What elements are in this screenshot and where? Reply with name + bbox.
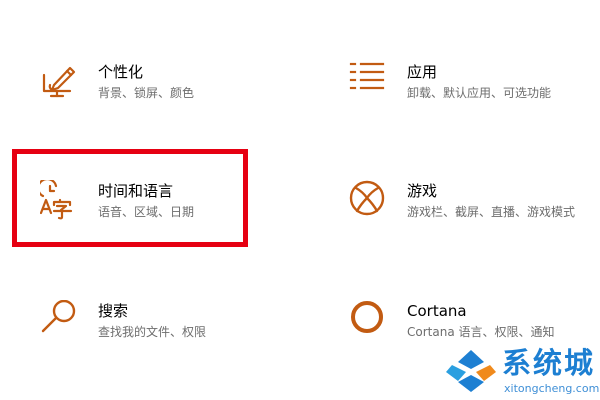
tile-description: 查找我的文件、权限 [98, 325, 207, 339]
cortana-icon [349, 300, 393, 344]
tile-title: 搜索 [98, 302, 129, 320]
tile-title: Cortana [407, 302, 467, 320]
watermark: 系统城 xitongcheng.com [444, 344, 600, 400]
apps-list-icon [349, 61, 393, 105]
watermark-domain: xitongcheng.com [504, 382, 600, 395]
watermark-logo-icon [446, 350, 496, 392]
tile-description: 语音、区域、日期 [98, 205, 195, 219]
tile-gaming[interactable]: 游戏 游戏栏、截屏、直播、游戏模式 [349, 180, 600, 240]
tile-title: 时间和语言 [98, 182, 174, 200]
tile-time-language[interactable]: 时间和语言 语音、区域、日期 [40, 180, 300, 240]
tile-personalization[interactable]: 个性化 背景、锁屏、颜色 [40, 61, 300, 121]
tile-description: Cortana 语言、权限、通知 [407, 325, 555, 339]
time-language-icon [40, 180, 84, 224]
tile-title: 个性化 [98, 63, 144, 81]
tile-title: 游戏 [407, 182, 438, 200]
tile-apps[interactable]: 应用 卸载、默认应用、可选功能 [349, 61, 600, 121]
tile-search[interactable]: 搜索 查找我的文件、权限 [40, 300, 300, 360]
watermark-name: 系统城 [502, 346, 596, 380]
xbox-icon [349, 180, 393, 224]
tile-description: 背景、锁屏、颜色 [98, 86, 195, 100]
personalization-icon [40, 61, 84, 105]
search-icon [40, 300, 84, 344]
tile-description: 游戏栏、截屏、直播、游戏模式 [407, 205, 576, 219]
tile-description: 卸载、默认应用、可选功能 [407, 86, 552, 100]
tile-title: 应用 [407, 63, 438, 81]
